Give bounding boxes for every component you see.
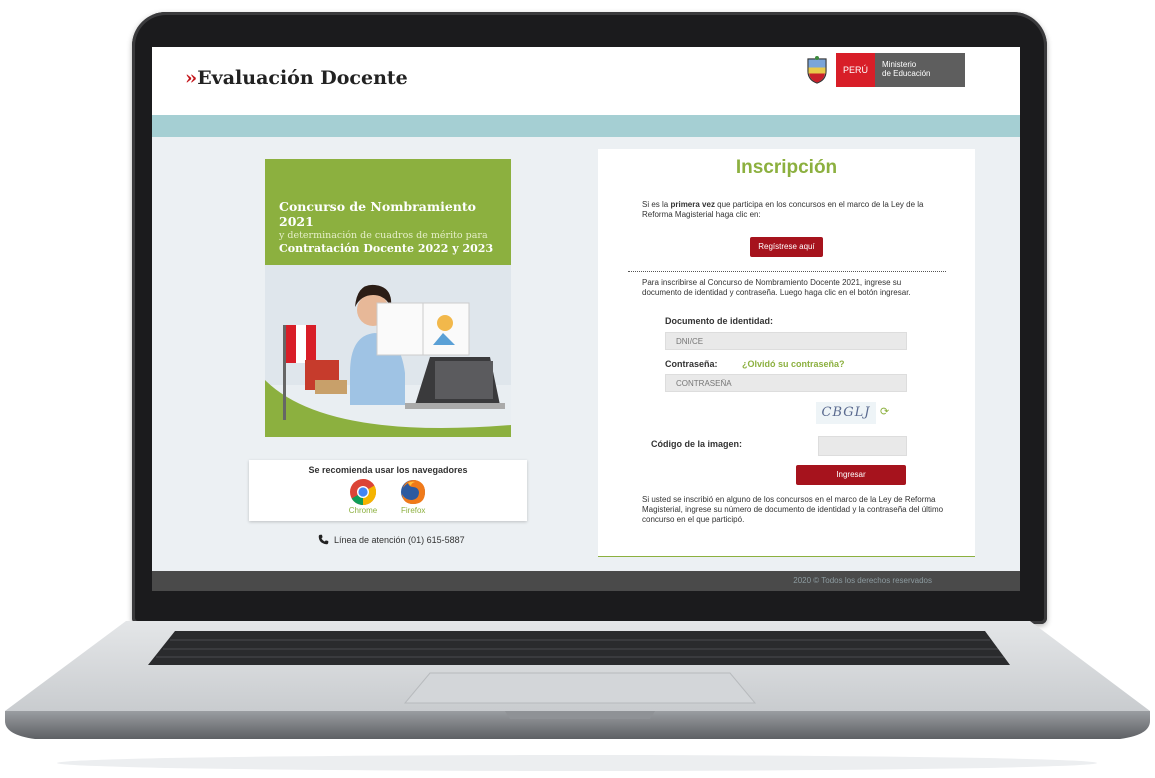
- site-footer: 2020 © Todos los derechos reservados: [152, 571, 1020, 591]
- site-logo[interactable]: ›› Evaluación Docente: [185, 67, 408, 89]
- logo-chevron-icon: ››: [185, 67, 197, 89]
- chrome-label: Chrome: [348, 506, 378, 515]
- browsers-title: Se recomienda usar los navegadores: [308, 465, 468, 475]
- site-header: ›› Evaluación Docente PERÚ Ministerio de …: [152, 47, 1020, 115]
- recommended-browsers-box: Se recomienda usar los navegadores Chrom…: [249, 460, 527, 521]
- browser-list: Chrome Firefox: [249, 478, 527, 515]
- first-time-text: Si es la primera vez que participa en lo…: [642, 200, 942, 220]
- promo-title: Concurso de Nombramiento 2021: [279, 199, 476, 229]
- doc-id-input[interactable]: [665, 332, 907, 350]
- password-input[interactable]: [665, 374, 907, 392]
- peru-coat-of-arms-icon: [807, 56, 827, 84]
- promo-subtitle: y determinación de cuadros de mérito par…: [279, 230, 488, 241]
- firefox-icon: [401, 480, 426, 504]
- instructions-text: Para inscribirse al Concurso de Nombrami…: [642, 278, 911, 297]
- dotted-divider: [628, 271, 946, 272]
- captcha-image: CBGLJ: [816, 402, 876, 424]
- header-divider-bar: [152, 115, 1020, 137]
- browser-screen: ›› Evaluación Docente PERÚ Ministerio de …: [152, 47, 1020, 591]
- copyright-text: 2020 © Todos los derechos reservados: [793, 576, 932, 585]
- laptop-base: [5, 621, 1150, 771]
- chrome-icon: [349, 478, 377, 506]
- intro-bold: primera vez: [670, 200, 715, 209]
- doc-id-label: Documento de identidad:: [665, 316, 773, 326]
- forgot-password-link[interactable]: ¿Olvidó su contraseña?: [742, 359, 845, 369]
- previous-participants-note: Si usted se inscribió en alguno de los c…: [642, 495, 944, 524]
- promo-banner: Concurso de Nombramiento 2021 y determin…: [265, 159, 511, 437]
- gov-ministry-label: Ministerio de Educación: [875, 53, 965, 87]
- registration-panel: Inscripción Si es la primera vez que par…: [598, 149, 975, 557]
- gov-country-label: PERÚ: [836, 53, 876, 87]
- support-line: Línea de atención (01) 615-5887: [318, 534, 465, 545]
- intro-pre: Si es la: [642, 200, 671, 209]
- ministry-line-2: de Educación: [882, 69, 931, 78]
- chrome-link[interactable]: Chrome: [349, 478, 377, 515]
- promo-text-block: Concurso de Nombramiento 2021 y determin…: [265, 159, 511, 265]
- refresh-captcha-icon[interactable]: ⟳: [880, 405, 889, 418]
- login-button[interactable]: Ingresar: [796, 465, 906, 485]
- ministry-line-1: Ministerio: [882, 60, 917, 69]
- captcha-input[interactable]: [818, 436, 907, 456]
- password-label: Contraseña:: [665, 359, 718, 369]
- phone-label: Línea de atención (01) 615-5887: [334, 534, 465, 545]
- phone-icon: [318, 534, 329, 545]
- form-title: Inscripción: [735, 157, 838, 178]
- teacher-photo: [265, 265, 511, 437]
- firefox-link[interactable]: Firefox: [399, 478, 427, 515]
- promo-title-2: Contratación Docente 2022 y 2023: [279, 242, 494, 255]
- ministry-logo: PERÚ Ministerio de Educación: [802, 53, 965, 87]
- logo-text: Evaluación Docente: [197, 67, 408, 89]
- captcha-label: Código de la imagen:: [651, 439, 743, 449]
- register-button[interactable]: Regístrese aquí: [750, 237, 823, 257]
- firefox-label: Firefox: [400, 506, 426, 515]
